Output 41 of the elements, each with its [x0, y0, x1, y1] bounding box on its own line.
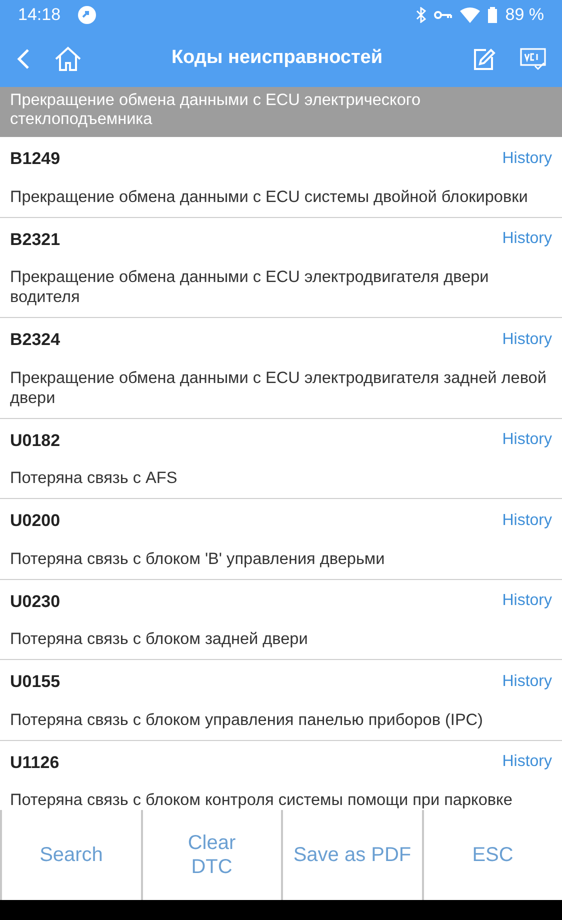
dtc-code: U0155	[10, 671, 60, 693]
dtc-description: Потеряна связь с блоком управления панелью приборов (IPC)	[10, 710, 484, 730]
dtc-description: Потеряна связь с блоком задней двери	[10, 629, 309, 649]
dtc-code: U0230	[10, 590, 60, 612]
wifi-icon	[460, 7, 480, 23]
section-header: Прекращение обмена данными с ECU электрического стеклоподъемника	[0, 87, 562, 137]
dtc-code: B2324	[10, 329, 60, 351]
battery-level: 89 %	[505, 4, 544, 26]
key-icon	[434, 10, 452, 20]
clock: 14:18	[18, 4, 61, 26]
dtc-description: Прекращение обмена данными с ECU электродвигателя задней левой двери	[10, 368, 548, 408]
dtc-code: U0200	[10, 510, 60, 532]
action-button[interactable]: Save as PDF	[283, 810, 422, 900]
dtc-code: U0182	[10, 430, 60, 452]
history-link[interactable]: History	[502, 508, 552, 533]
dtc-code: B1249	[10, 148, 60, 170]
screen-title: Коды неисправностей	[170, 46, 384, 70]
history-link[interactable]: History	[502, 670, 552, 694]
bluetooth-icon	[416, 7, 426, 23]
app-notification-icon	[76, 5, 97, 25]
edit-icon[interactable]	[472, 46, 496, 70]
action-button[interactable]: ESC	[424, 810, 562, 900]
action-button[interactable]: Search	[2, 810, 140, 900]
history-link[interactable]: History	[502, 589, 552, 614]
battery-icon	[488, 7, 498, 23]
vci-icon[interactable]	[520, 46, 546, 70]
dtc-description: Прекращение обмена данными с ECU системы двойной блокировки	[10, 186, 529, 206]
home-icon[interactable]	[54, 46, 82, 72]
history-link[interactable]: History	[502, 227, 552, 252]
dtc-description: Потеряна связь с блоком 'B' управления дверьми	[10, 548, 386, 568]
dtc-code: B2321	[10, 228, 60, 250]
history-link[interactable]: History	[502, 428, 552, 452]
dtc-description: Потеряна связь с AFS	[10, 468, 178, 488]
history-link[interactable]: History	[502, 328, 552, 352]
history-link[interactable]: History	[502, 146, 552, 171]
back-icon[interactable]	[16, 48, 30, 70]
dtc-code: U1126	[10, 752, 60, 774]
dtc-description: Прекращение обмена данными с ECU электродвигателя двери водителя	[10, 267, 490, 307]
action-button[interactable]: Clear DTC	[142, 810, 281, 900]
history-link[interactable]: History	[502, 750, 552, 774]
dtc-description: Потеряна связь с блоком контроля системы помощи при парковке	[10, 790, 514, 810]
